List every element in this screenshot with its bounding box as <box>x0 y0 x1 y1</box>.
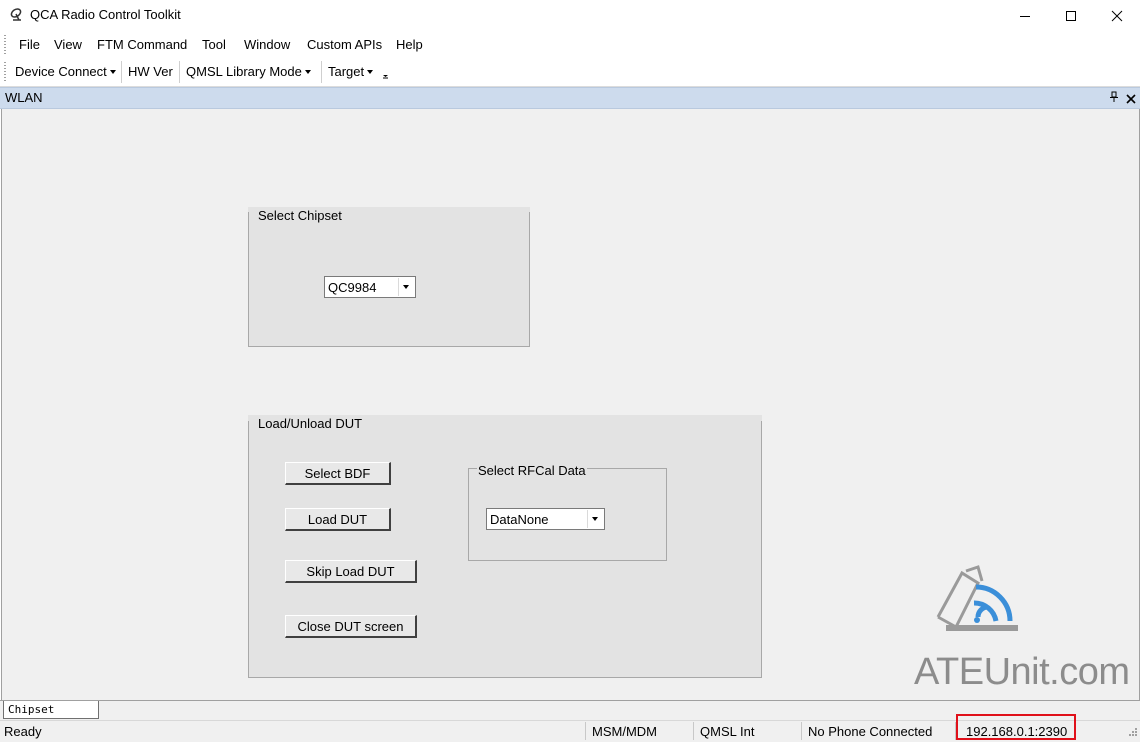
resize-grip-icon[interactable] <box>1126 727 1138 739</box>
toolbar-overflow-button[interactable] <box>382 68 390 83</box>
satellite-dish-icon <box>10 8 22 21</box>
close-dut-screen-button[interactable]: Close DUT screen <box>285 615 417 638</box>
menu-window[interactable]: Window <box>244 37 290 52</box>
watermark-logo-icon <box>936 565 1018 631</box>
minimize-button[interactable] <box>1002 0 1048 31</box>
status-separator <box>585 722 586 740</box>
toolbar-grip <box>4 62 6 82</box>
menu-ftm-command[interactable]: FTM Command <box>97 37 187 52</box>
toolbar-separator <box>179 61 180 83</box>
load-unload-dut-label: Load/Unload DUT <box>257 416 364 431</box>
load-dut-button[interactable]: Load DUT <box>285 508 391 531</box>
pane-header <box>0 87 1140 109</box>
watermark-text: ATEUnit.com <box>914 651 1130 693</box>
pane-close-button[interactable] <box>1126 92 1136 107</box>
chevron-down-icon[interactable] <box>398 278 414 296</box>
menu-grip <box>4 35 6 55</box>
pin-button[interactable] <box>1109 91 1119 106</box>
close-icon <box>1111 10 1123 21</box>
rfcal-data-combo[interactable]: DataNone <box>486 508 605 530</box>
close-icon <box>1126 94 1136 104</box>
tab-chipset-select[interactable]: Chipset Select <box>3 701 99 733</box>
menu-view[interactable]: View <box>54 37 82 52</box>
status-separator <box>801 722 802 740</box>
menu-tool[interactable]: Tool <box>202 37 226 52</box>
toolbar-separator <box>321 61 322 83</box>
chevron-down-icon <box>304 70 311 74</box>
status-phone: No Phone Connected <box>808 724 933 739</box>
menu-help[interactable]: Help <box>396 37 423 52</box>
target-label: Target <box>328 64 365 79</box>
select-rfcal-data-label: Select RFCal Data <box>477 463 587 478</box>
menu-custom-apis[interactable]: Custom APIs <box>307 37 382 52</box>
hw-ver-button[interactable]: HW Ver <box>128 64 173 79</box>
minimize-icon <box>1020 15 1030 17</box>
skip-load-dut-button[interactable]: Skip Load DUT <box>285 560 417 583</box>
select-chipset-label: Select Chipset <box>257 208 343 223</box>
chipset-value: QC9984 <box>328 280 377 295</box>
window-title: QCA Radio Control Toolkit <box>30 7 181 22</box>
menu-file[interactable]: File <box>19 37 40 52</box>
qmsl-library-mode-dropdown[interactable]: QMSL Library Mode <box>186 64 311 79</box>
select-bdf-button[interactable]: Select BDF <box>285 462 391 485</box>
ip-highlight-box <box>956 714 1076 740</box>
status-msm: MSM/MDM <box>592 724 657 739</box>
device-connect-label: Device Connect <box>15 64 107 79</box>
close-button[interactable] <box>1094 0 1140 31</box>
rfcal-data-value: DataNone <box>490 512 549 527</box>
status-qmsl: QMSL Int <box>700 724 755 739</box>
maximize-icon <box>1066 10 1076 21</box>
chevron-down-icon <box>367 70 374 74</box>
device-connect-dropdown[interactable]: Device Connect <box>15 64 116 79</box>
maximize-button[interactable] <box>1048 0 1094 31</box>
target-dropdown[interactable]: Target <box>328 64 374 79</box>
pane-title: WLAN <box>5 90 43 105</box>
status-separator <box>693 722 694 740</box>
status-ready: Ready <box>4 724 42 739</box>
chevron-down-icon[interactable] <box>587 510 603 528</box>
toolbar-overflow-icon <box>383 75 388 79</box>
chevron-down-icon <box>109 70 116 74</box>
toolbar-separator <box>121 61 122 83</box>
qmsl-library-mode-label: QMSL Library Mode <box>186 64 302 79</box>
chipset-combo[interactable]: QC9984 <box>324 276 416 298</box>
pin-icon <box>1110 91 1118 102</box>
